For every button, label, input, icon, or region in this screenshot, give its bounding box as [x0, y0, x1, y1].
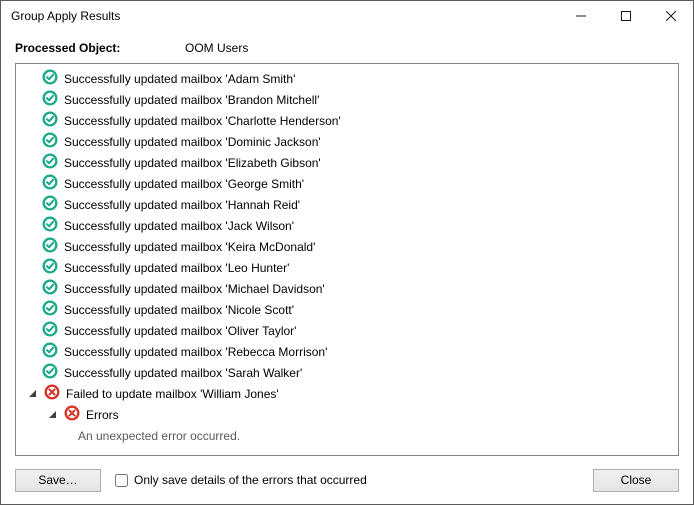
result-row-success[interactable]: Successfully updated mailbox 'Dominic Ja… — [16, 131, 678, 152]
result-text: Successfully updated mailbox 'Adam Smith… — [64, 72, 295, 86]
success-icon — [42, 153, 58, 172]
result-text: Successfully updated mailbox 'Dominic Ja… — [64, 135, 321, 149]
result-row-success[interactable]: Successfully updated mailbox 'Michael Da… — [16, 278, 678, 299]
result-row-success[interactable]: Successfully updated mailbox 'Brandon Mi… — [16, 89, 678, 110]
result-row-success[interactable]: Successfully updated mailbox 'Charlotte … — [16, 110, 678, 131]
result-row-success[interactable]: Successfully updated mailbox 'Oliver Tay… — [16, 320, 678, 341]
expander-icon[interactable] — [46, 409, 58, 421]
result-text: Successfully updated mailbox 'Charlotte … — [64, 114, 341, 128]
result-text: Successfully updated mailbox 'Keira McDo… — [64, 240, 315, 254]
footer-bar: Save… Only save details of the errors th… — [1, 456, 693, 504]
window-title: Group Apply Results — [11, 9, 120, 23]
success-icon — [42, 279, 58, 298]
result-text: Successfully updated mailbox 'Michael Da… — [64, 282, 325, 296]
errors-only-checkbox-wrap[interactable]: Only save details of the errors that occ… — [115, 473, 367, 487]
title-bar: Group Apply Results — [1, 1, 693, 31]
processed-object-row: Processed Object: OOM Users — [15, 37, 679, 63]
success-icon — [42, 237, 58, 256]
success-icon — [42, 321, 58, 340]
result-row-success[interactable]: Successfully updated mailbox 'Adam Smith… — [16, 68, 678, 89]
error-message-text: An unexpected error occurred. — [78, 429, 240, 443]
result-row-success[interactable]: Successfully updated mailbox 'Leo Hunter… — [16, 257, 678, 278]
result-text: Successfully updated mailbox 'Elizabeth … — [64, 156, 321, 170]
error-message-row: An unexpected error occurred. — [16, 425, 678, 446]
processed-object-label: Processed Object: — [15, 41, 185, 55]
errors-label: Errors — [86, 408, 119, 422]
result-text: Successfully updated mailbox 'George Smi… — [64, 177, 304, 191]
save-button[interactable]: Save… — [15, 469, 101, 492]
result-row-success[interactable]: Successfully updated mailbox 'Elizabeth … — [16, 152, 678, 173]
close-window-button[interactable] — [648, 1, 693, 31]
dialog-window: Group Apply Results Processed Object: OO… — [0, 0, 694, 505]
success-icon — [42, 258, 58, 277]
result-text: Successfully updated mailbox 'Rebecca Mo… — [64, 345, 327, 359]
result-text: Successfully updated mailbox 'Hannah Rei… — [64, 198, 300, 212]
header-area: Processed Object: OOM Users — [1, 31, 693, 63]
success-icon — [42, 90, 58, 109]
result-row-success[interactable]: Successfully updated mailbox 'Sarah Walk… — [16, 362, 678, 383]
expander-icon[interactable] — [26, 388, 38, 400]
result-row-success[interactable]: Successfully updated mailbox 'Jack Wilso… — [16, 215, 678, 236]
result-row-success[interactable]: Successfully updated mailbox 'George Smi… — [16, 173, 678, 194]
success-icon — [42, 300, 58, 319]
success-icon — [42, 216, 58, 235]
result-text: Successfully updated mailbox 'Jack Wilso… — [64, 219, 294, 233]
error-icon — [64, 405, 80, 424]
result-row-success[interactable]: Successfully updated mailbox 'Nicole Sco… — [16, 299, 678, 320]
errors-node[interactable]: Errors — [16, 404, 678, 425]
result-row-success[interactable]: Successfully updated mailbox 'Rebecca Mo… — [16, 341, 678, 362]
result-row-success[interactable]: Successfully updated mailbox 'Hannah Rei… — [16, 194, 678, 215]
result-row-success[interactable]: Successfully updated mailbox 'Keira McDo… — [16, 236, 678, 257]
success-icon — [42, 174, 58, 193]
minimize-button[interactable] — [558, 1, 603, 31]
results-list[interactable]: Successfully updated mailbox 'Adam Smith… — [15, 63, 679, 456]
result-text: Failed to update mailbox 'William Jones' — [66, 387, 279, 401]
result-text: Successfully updated mailbox 'Oliver Tay… — [64, 324, 296, 338]
result-text: Successfully updated mailbox 'Leo Hunter… — [64, 261, 289, 275]
window-controls — [558, 1, 693, 31]
result-text: Successfully updated mailbox 'Sarah Walk… — [64, 366, 302, 380]
errors-only-checkbox[interactable] — [115, 474, 128, 487]
error-icon — [44, 384, 60, 403]
success-icon — [42, 342, 58, 361]
result-text: Successfully updated mailbox 'Brandon Mi… — [64, 93, 319, 107]
result-row-failure[interactable]: Failed to update mailbox 'William Jones' — [16, 383, 678, 404]
success-icon — [42, 111, 58, 130]
success-icon — [42, 195, 58, 214]
maximize-button[interactable] — [603, 1, 648, 31]
success-icon — [42, 69, 58, 88]
success-icon — [42, 132, 58, 151]
result-text: Successfully updated mailbox 'Nicole Sco… — [64, 303, 294, 317]
success-icon — [42, 363, 58, 382]
errors-only-label: Only save details of the errors that occ… — [134, 473, 367, 487]
processed-object-value: OOM Users — [185, 41, 248, 55]
close-button[interactable]: Close — [593, 469, 679, 492]
